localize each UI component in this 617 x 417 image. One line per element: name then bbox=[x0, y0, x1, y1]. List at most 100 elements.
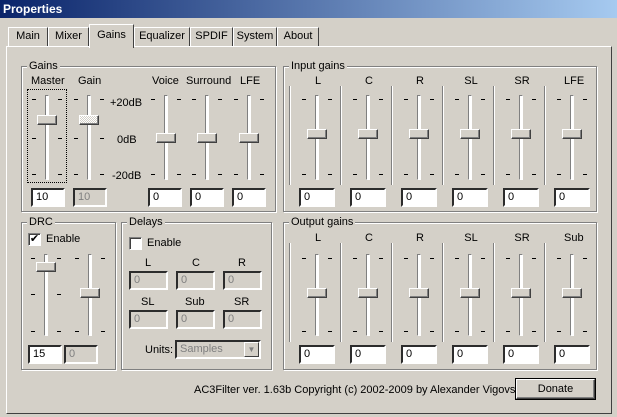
delay-c-input[interactable]: 0 bbox=[176, 271, 215, 290]
input-gains-slider-thumb[interactable] bbox=[409, 129, 429, 139]
input-gains-tick bbox=[353, 99, 357, 100]
output-gains-separator bbox=[391, 243, 392, 342]
drc-value2-input[interactable]: 0 bbox=[64, 345, 98, 364]
input-gains-value-input[interactable]: 0 bbox=[350, 188, 386, 207]
delays-enable-checkbox[interactable] bbox=[129, 237, 142, 250]
voice-tick bbox=[151, 99, 155, 100]
surround-label: Surround bbox=[186, 75, 232, 87]
output-gains-value-input[interactable]: 0 bbox=[401, 345, 437, 364]
input-gains-value-input[interactable]: 0 bbox=[554, 188, 590, 207]
gain-label: Gain bbox=[78, 75, 102, 87]
lfe-tick bbox=[234, 99, 238, 100]
output-gains-value-input[interactable]: 0 bbox=[299, 345, 335, 364]
output-gains-tick bbox=[557, 331, 561, 332]
drc-tick bbox=[57, 331, 61, 332]
master-value-input[interactable]: 10 bbox=[31, 188, 65, 207]
master-tick bbox=[32, 138, 36, 139]
tab-spdif[interactable]: SPDIF bbox=[190, 27, 233, 46]
output-gains-slider-thumb[interactable] bbox=[358, 288, 378, 298]
drc-tick bbox=[57, 258, 61, 259]
input-gains-tick bbox=[302, 174, 306, 175]
output-gains-separator bbox=[442, 243, 443, 342]
output-gains-tick bbox=[379, 331, 383, 332]
units-select[interactable]: Samples ▼ bbox=[175, 340, 261, 359]
input-gains-tick bbox=[302, 99, 306, 100]
delay-sr-input[interactable]: 0 bbox=[223, 310, 262, 329]
scale-0-label: 0dB bbox=[117, 134, 137, 146]
lfe-slider-thumb[interactable] bbox=[239, 133, 259, 143]
donate-button[interactable]: Donate bbox=[516, 379, 595, 399]
input-gains-slider-thumb[interactable] bbox=[460, 129, 480, 139]
lfe-value-input[interactable]: 0 bbox=[232, 188, 266, 207]
output-gains-slider-thumb[interactable] bbox=[562, 288, 582, 298]
donate-button-label: Donate bbox=[537, 383, 574, 395]
drc-slider1-thumb[interactable] bbox=[36, 262, 56, 272]
delay-sub-input[interactable]: 0 bbox=[176, 310, 215, 329]
surround-tick bbox=[218, 174, 222, 175]
tab-main[interactable]: Main bbox=[8, 27, 48, 46]
input-gains-slider-thumb[interactable] bbox=[562, 129, 582, 139]
input-gains-tick bbox=[379, 99, 383, 100]
input-gains-slider-thumb[interactable] bbox=[511, 129, 531, 139]
output-gains-slider-thumb[interactable] bbox=[307, 288, 327, 298]
output-gains-value-input[interactable]: 0 bbox=[554, 345, 590, 364]
master-tick bbox=[32, 99, 36, 100]
output-gains-value-input[interactable]: 0 bbox=[350, 345, 386, 364]
voice-value-input[interactable]: 0 bbox=[148, 188, 182, 207]
tab-about[interactable]: About bbox=[277, 27, 319, 46]
output-gains-tick bbox=[532, 331, 536, 332]
input-gains-separator bbox=[391, 86, 392, 185]
output-gains-slider-thumb[interactable] bbox=[511, 288, 531, 298]
input-gains-value-input[interactable]: 0 bbox=[503, 188, 539, 207]
input-gains-value-input[interactable]: 0 bbox=[299, 188, 335, 207]
delay-sl-input[interactable]: 0 bbox=[129, 310, 168, 329]
drc-slider2-thumb[interactable] bbox=[80, 288, 100, 298]
output-gains-slider-thumb[interactable] bbox=[409, 288, 429, 298]
output-gains-group-title: Output gains bbox=[289, 215, 356, 229]
input-gains-tick bbox=[353, 174, 357, 175]
input-gains-slider-thumb[interactable] bbox=[307, 129, 327, 139]
delay-l-input[interactable]: 0 bbox=[129, 271, 168, 290]
input-gains-slider-thumb[interactable] bbox=[358, 129, 378, 139]
input-gains-tick bbox=[430, 174, 434, 175]
tab-equalizer[interactable]: Equalizer bbox=[134, 27, 190, 46]
output-gains-value-input[interactable]: 0 bbox=[503, 345, 539, 364]
surround-slider-thumb[interactable] bbox=[197, 133, 217, 143]
input-gains-separator bbox=[340, 86, 341, 185]
surround-value-input[interactable]: 0 bbox=[190, 188, 224, 207]
drc-value-input[interactable]: 15 bbox=[28, 345, 62, 364]
input-gains-separator bbox=[493, 86, 494, 185]
gain-tick bbox=[74, 138, 78, 139]
units-select-value: Samples bbox=[180, 343, 223, 355]
gain-slider-thumb[interactable] bbox=[79, 115, 99, 125]
input-gains-tick bbox=[404, 174, 408, 175]
output-gains-tick bbox=[353, 331, 357, 332]
output-gains-channel-label: L bbox=[314, 232, 322, 244]
tab-system[interactable]: System bbox=[233, 27, 277, 46]
voice-slider-thumb[interactable] bbox=[156, 133, 176, 143]
input-gains-tick bbox=[506, 174, 510, 175]
gain-value-input[interactable]: 10 bbox=[73, 188, 107, 207]
gain-tick bbox=[100, 174, 104, 175]
input-gains-value-input[interactable]: 0 bbox=[401, 188, 437, 207]
master-slider-thumb[interactable] bbox=[37, 115, 57, 125]
delay-r-input[interactable]: 0 bbox=[223, 271, 262, 290]
chevron-down-icon[interactable]: ▼ bbox=[244, 342, 259, 357]
drc-enable-checkbox[interactable]: ✔ bbox=[28, 233, 41, 246]
lfe-tick bbox=[260, 174, 264, 175]
tab-mixer[interactable]: Mixer bbox=[48, 27, 89, 46]
delay-sr-label: SR bbox=[234, 296, 250, 308]
output-gains-channel-label: Sub bbox=[564, 232, 584, 244]
tab-gains[interactable]: Gains bbox=[89, 24, 134, 48]
output-gains-tick bbox=[328, 258, 332, 259]
output-gains-value-input[interactable]: 0 bbox=[452, 345, 488, 364]
master-slider-track[interactable] bbox=[45, 95, 49, 180]
drc-tick bbox=[57, 294, 61, 295]
output-gains-slider-thumb[interactable] bbox=[460, 288, 480, 298]
gain-slider-track[interactable] bbox=[87, 95, 91, 180]
input-gains-group-title: Input gains bbox=[289, 59, 347, 73]
scale-minus20-label: -20dB bbox=[112, 170, 142, 182]
input-gains-value-input[interactable]: 0 bbox=[452, 188, 488, 207]
output-gains-tick bbox=[302, 258, 306, 259]
output-gains-tick bbox=[430, 258, 434, 259]
